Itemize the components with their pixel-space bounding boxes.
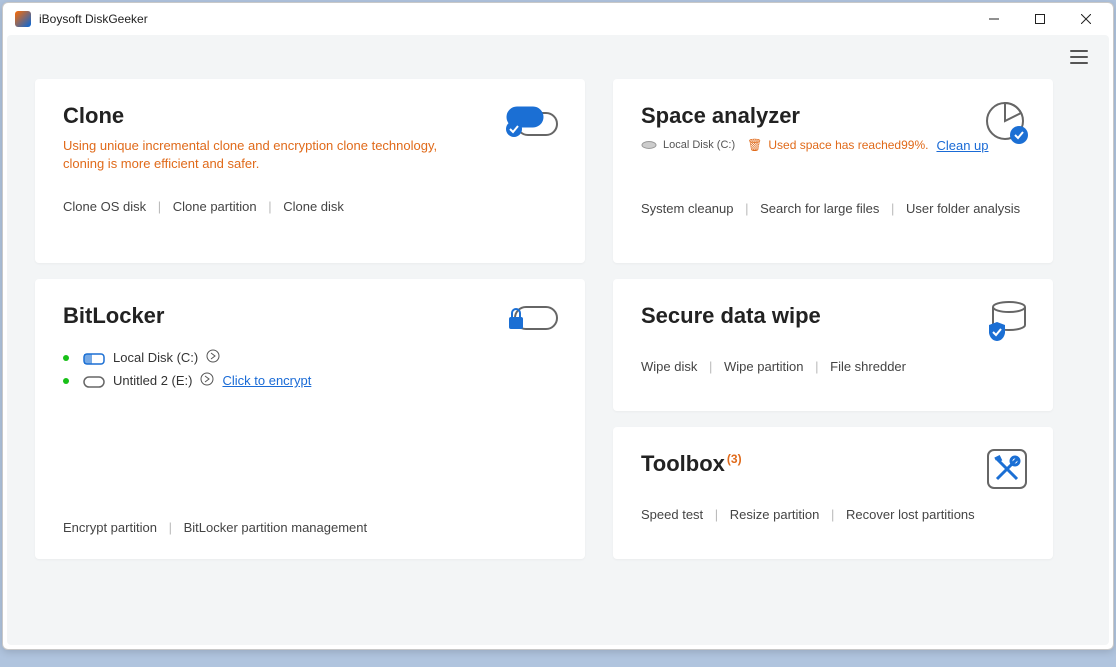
system-cleanup-link[interactable]: System cleanup xyxy=(641,201,734,216)
maximize-button[interactable] xyxy=(1017,3,1063,35)
bitlocker-title: BitLocker xyxy=(63,303,557,329)
status-dot-icon xyxy=(63,378,69,384)
space-analyzer-card[interactable]: Space analyzer Local Disk (C:) 🗑 Used sp… xyxy=(613,79,1053,263)
wipe-title: Secure data wipe xyxy=(641,303,1025,329)
encrypt-partition-link[interactable]: Encrypt partition xyxy=(63,520,157,535)
toolbox-title-text: Toolbox xyxy=(641,451,725,476)
bitlocker-actions: Encrypt partition | BitLocker partition … xyxy=(63,500,557,535)
lock-drive-icon xyxy=(505,299,561,340)
clone-card[interactable]: Clone Using unique incremental clone and… xyxy=(35,79,585,263)
drive-icon xyxy=(83,373,105,389)
status-dot-icon xyxy=(63,355,69,361)
space-actions: System cleanup | Search for large files … xyxy=(641,201,1025,216)
content-area: Clone Using unique incremental clone and… xyxy=(7,35,1109,645)
clone-icon xyxy=(503,99,561,144)
disk-mini-icon xyxy=(641,137,657,153)
resize-partition-link[interactable]: Resize partition xyxy=(730,507,820,522)
space-status-row: Local Disk (C:) 🗑 Used space has reached… xyxy=(641,137,1025,153)
clone-partition-link[interactable]: Clone partition xyxy=(173,199,257,214)
clone-os-disk-link[interactable]: Clone OS disk xyxy=(63,199,146,214)
clone-title: Clone xyxy=(63,103,557,129)
clone-actions: Clone OS disk | Clone partition | Clone … xyxy=(63,199,557,214)
wipe-partition-link[interactable]: Wipe partition xyxy=(724,359,803,374)
toolbox-card[interactable]: Toolbox(3) Speed test | Resize partition xyxy=(613,427,1053,559)
database-shield-icon xyxy=(983,299,1029,348)
disk-e-label: Untitled 2 (E:) xyxy=(113,373,192,388)
wipe-disk-link[interactable]: Wipe disk xyxy=(641,359,697,374)
space-warn-text: Used space has reached99%. xyxy=(768,138,928,152)
recover-partitions-link[interactable]: Recover lost partitions xyxy=(846,507,975,522)
minimize-button[interactable] xyxy=(971,3,1017,35)
wipe-actions: Wipe disk | Wipe partition | File shredd… xyxy=(641,359,1025,374)
secure-wipe-card[interactable]: Secure data wipe Wipe disk | Wipe partit… xyxy=(613,279,1053,411)
clone-disk-link[interactable]: Clone disk xyxy=(283,199,344,214)
menu-icon[interactable] xyxy=(1067,45,1091,69)
titlebar: iBoysoft DiskGeeker xyxy=(3,3,1113,35)
toolbox-actions: Speed test | Resize partition | Recover … xyxy=(641,507,1025,522)
partition-icon xyxy=(83,350,105,366)
user-folder-analysis-link[interactable]: User folder analysis xyxy=(906,201,1020,216)
trash-icon: 🗑 xyxy=(747,138,762,152)
click-to-encrypt-link[interactable]: Click to encrypt xyxy=(222,373,311,388)
clone-subtitle: Using unique incremental clone and encry… xyxy=(63,137,473,173)
speed-test-link[interactable]: Speed test xyxy=(641,507,703,522)
app-icon xyxy=(15,11,31,27)
bitlocker-mgmt-link[interactable]: BitLocker partition management xyxy=(184,520,368,535)
toolbox-badge: (3) xyxy=(727,452,742,466)
arrow-right-icon[interactable] xyxy=(200,372,214,389)
bitlocker-disk-row-e[interactable]: Untitled 2 (E:) Click to encrypt xyxy=(63,372,557,389)
app-title: iBoysoft DiskGeeker xyxy=(39,12,148,26)
file-shredder-link[interactable]: File shredder xyxy=(830,359,906,374)
space-title: Space analyzer xyxy=(641,103,1025,129)
tools-icon xyxy=(985,447,1029,496)
toolbox-title: Toolbox(3) xyxy=(641,451,1025,477)
app-window: iBoysoft DiskGeeker Clone Using unique i… xyxy=(2,2,1114,650)
disk-c-label: Local Disk (C:) xyxy=(113,350,198,365)
bitlocker-card[interactable]: BitLocker Local Disk (C:) xyxy=(35,279,585,559)
search-large-files-link[interactable]: Search for large files xyxy=(760,201,879,216)
close-button[interactable] xyxy=(1063,3,1109,35)
pie-chart-icon xyxy=(981,99,1029,152)
arrow-right-icon[interactable] xyxy=(206,349,220,366)
bitlocker-disk-row-c[interactable]: Local Disk (C:) xyxy=(63,349,557,366)
space-disk-label: Local Disk (C:) xyxy=(663,139,735,151)
